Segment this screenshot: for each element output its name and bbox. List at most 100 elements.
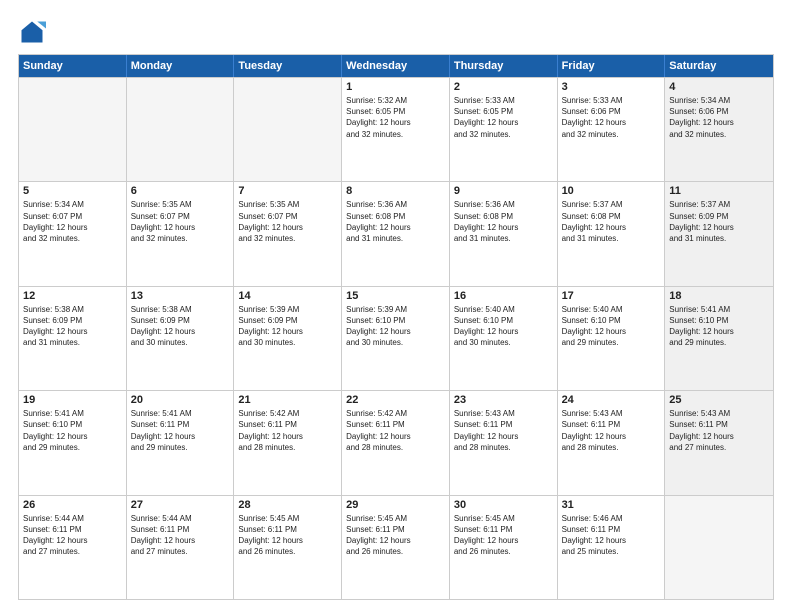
day-info: Sunrise: 5:43 AM Sunset: 6:11 PM Dayligh… (454, 408, 553, 453)
day-info: Sunrise: 5:38 AM Sunset: 6:09 PM Dayligh… (23, 304, 122, 349)
calendar-cell (127, 78, 235, 181)
calendar-header: SundayMondayTuesdayWednesdayThursdayFrid… (19, 55, 773, 77)
calendar-cell: 6Sunrise: 5:35 AM Sunset: 6:07 PM Daylig… (127, 182, 235, 285)
calendar-cell: 5 Sunrise: 5:34 AM Sunset: 6:07 PM Daylig… (19, 182, 127, 285)
calendar-week-3: 12 Sunrise: 5:38 AM Sunset: 6:09 PM Dayli… (19, 286, 773, 390)
calendar-cell: 17Sunrise: 5:40 AM Sunset: 6:10 PM Dayli… (558, 287, 666, 390)
day-number: 18 (669, 290, 769, 302)
day-info: Sunrise: 5:38 AM Sunset: 6:09 PM Dayligh… (131, 304, 230, 349)
day-number: 12 (23, 290, 122, 302)
calendar-cell: 26 Sunrise: 5:44 AM Sunset: 6:11 PM Dayli… (19, 496, 127, 599)
calendar-week-5: 26 Sunrise: 5:44 AM Sunset: 6:11 PM Dayli… (19, 495, 773, 599)
day-info: Sunrise: 5:45 AM Sunset: 6:11 PM Dayligh… (238, 513, 337, 558)
day-info: Sunrise: 5:45 AM Sunset: 6:11 PM Dayligh… (346, 513, 445, 558)
day-info: Sunrise: 5:42 AM Sunset: 6:11 PM Dayligh… (238, 408, 337, 453)
day-number: 5 (23, 185, 122, 197)
day-number: 23 (454, 394, 553, 406)
day-number: 10 (562, 185, 661, 197)
day-info: Sunrise: 5:33 AM Sunset: 6:06 PM Dayligh… (562, 95, 661, 140)
day-info: Sunrise: 5:44 AM Sunset: 6:11 PM Dayligh… (131, 513, 230, 558)
calendar-cell: 9 Sunrise: 5:36 AM Sunset: 6:08 PM Daylig… (450, 182, 558, 285)
day-number: 1 (346, 81, 445, 93)
day-number: 27 (131, 499, 230, 511)
day-number: 25 (669, 394, 769, 406)
calendar-cell: 16Sunrise: 5:40 AM Sunset: 6:10 PM Dayli… (450, 287, 558, 390)
calendar-cell: 7 Sunrise: 5:35 AM Sunset: 6:07 PM Daylig… (234, 182, 342, 285)
weekday-header-thursday: Thursday (450, 55, 558, 77)
calendar-cell: 15Sunrise: 5:39 AM Sunset: 6:10 PM Dayli… (342, 287, 450, 390)
day-number: 14 (238, 290, 337, 302)
day-info: Sunrise: 5:34 AM Sunset: 6:07 PM Dayligh… (23, 199, 122, 244)
calendar-week-2: 5 Sunrise: 5:34 AM Sunset: 6:07 PM Daylig… (19, 181, 773, 285)
calendar-cell: 2 Sunrise: 5:33 AM Sunset: 6:05 PM Daylig… (450, 78, 558, 181)
day-number: 11 (669, 185, 769, 197)
day-number: 7 (238, 185, 337, 197)
day-info: Sunrise: 5:42 AM Sunset: 6:11 PM Dayligh… (346, 408, 445, 453)
day-info: Sunrise: 5:46 AM Sunset: 6:11 PM Dayligh… (562, 513, 661, 558)
calendar-cell (665, 496, 773, 599)
weekday-header-friday: Friday (558, 55, 666, 77)
page: SundayMondayTuesdayWednesdayThursdayFrid… (0, 0, 792, 612)
day-info: Sunrise: 5:34 AM Sunset: 6:06 PM Dayligh… (669, 95, 769, 140)
calendar-cell (19, 78, 127, 181)
day-info: Sunrise: 5:35 AM Sunset: 6:07 PM Dayligh… (238, 199, 337, 244)
day-info: Sunrise: 5:43 AM Sunset: 6:11 PM Dayligh… (669, 408, 769, 453)
day-number: 20 (131, 394, 230, 406)
day-info: Sunrise: 5:41 AM Sunset: 6:10 PM Dayligh… (23, 408, 122, 453)
calendar-cell: 14 Sunrise: 5:39 AM Sunset: 6:09 PM Dayli… (234, 287, 342, 390)
day-number: 26 (23, 499, 122, 511)
day-number: 22 (346, 394, 445, 406)
calendar-cell: 13 Sunrise: 5:38 AM Sunset: 6:09 PM Dayli… (127, 287, 235, 390)
calendar-cell: 12 Sunrise: 5:38 AM Sunset: 6:09 PM Dayli… (19, 287, 127, 390)
day-info: Sunrise: 5:35 AM Sunset: 6:07 PM Dayligh… (131, 199, 230, 244)
calendar-cell: 28 Sunrise: 5:45 AM Sunset: 6:11 PM Dayli… (234, 496, 342, 599)
calendar-week-4: 19 Sunrise: 5:41 AM Sunset: 6:10 PM Dayli… (19, 390, 773, 494)
day-number: 13 (131, 290, 230, 302)
weekday-header-wednesday: Wednesday (342, 55, 450, 77)
calendar: SundayMondayTuesdayWednesdayThursdayFrid… (18, 54, 774, 600)
day-number: 19 (23, 394, 122, 406)
calendar-cell: 29 Sunrise: 5:45 AM Sunset: 6:11 PM Dayli… (342, 496, 450, 599)
calendar-cell: 21Sunrise: 5:42 AM Sunset: 6:11 PM Dayli… (234, 391, 342, 494)
weekday-header-saturday: Saturday (665, 55, 773, 77)
calendar-week-1: 1 Sunrise: 5:32 AM Sunset: 6:05 PM Daylig… (19, 77, 773, 181)
calendar-cell: 4 Sunrise: 5:34 AM Sunset: 6:06 PM Daylig… (665, 78, 773, 181)
day-info: Sunrise: 5:32 AM Sunset: 6:05 PM Dayligh… (346, 95, 445, 140)
calendar-cell: 27 Sunrise: 5:44 AM Sunset: 6:11 PM Dayli… (127, 496, 235, 599)
day-number: 4 (669, 81, 769, 93)
day-info: Sunrise: 5:37 AM Sunset: 6:09 PM Dayligh… (669, 199, 769, 244)
logo (18, 18, 48, 46)
day-info: Sunrise: 5:44 AM Sunset: 6:11 PM Dayligh… (23, 513, 122, 558)
calendar-cell: 18 Sunrise: 5:41 AM Sunset: 6:10 PM Dayli… (665, 287, 773, 390)
calendar-cell: 11 Sunrise: 5:37 AM Sunset: 6:09 PM Dayli… (665, 182, 773, 285)
calendar-cell: 25 Sunrise: 5:43 AM Sunset: 6:11 PM Dayli… (665, 391, 773, 494)
day-number: 3 (562, 81, 661, 93)
day-number: 2 (454, 81, 553, 93)
day-info: Sunrise: 5:41 AM Sunset: 6:11 PM Dayligh… (131, 408, 230, 453)
day-number: 9 (454, 185, 553, 197)
calendar-cell: 8Sunrise: 5:36 AM Sunset: 6:08 PM Daylig… (342, 182, 450, 285)
day-info: Sunrise: 5:36 AM Sunset: 6:08 PM Dayligh… (346, 199, 445, 244)
day-info: Sunrise: 5:36 AM Sunset: 6:08 PM Dayligh… (454, 199, 553, 244)
day-number: 28 (238, 499, 337, 511)
day-info: Sunrise: 5:33 AM Sunset: 6:05 PM Dayligh… (454, 95, 553, 140)
calendar-cell: 19 Sunrise: 5:41 AM Sunset: 6:10 PM Dayli… (19, 391, 127, 494)
calendar-cell: 20 Sunrise: 5:41 AM Sunset: 6:11 PM Dayli… (127, 391, 235, 494)
calendar-cell: 22 Sunrise: 5:42 AM Sunset: 6:11 PM Dayli… (342, 391, 450, 494)
calendar-cell: 30Sunrise: 5:45 AM Sunset: 6:11 PM Dayli… (450, 496, 558, 599)
day-info: Sunrise: 5:39 AM Sunset: 6:09 PM Dayligh… (238, 304, 337, 349)
weekday-header-monday: Monday (127, 55, 235, 77)
weekday-header-tuesday: Tuesday (234, 55, 342, 77)
day-info: Sunrise: 5:41 AM Sunset: 6:10 PM Dayligh… (669, 304, 769, 349)
day-number: 30 (454, 499, 553, 511)
day-info: Sunrise: 5:39 AM Sunset: 6:10 PM Dayligh… (346, 304, 445, 349)
day-info: Sunrise: 5:43 AM Sunset: 6:11 PM Dayligh… (562, 408, 661, 453)
day-number: 24 (562, 394, 661, 406)
weekday-header-sunday: Sunday (19, 55, 127, 77)
day-number: 17 (562, 290, 661, 302)
day-number: 16 (454, 290, 553, 302)
calendar-cell (234, 78, 342, 181)
calendar-cell: 1 Sunrise: 5:32 AM Sunset: 6:05 PM Daylig… (342, 78, 450, 181)
day-number: 29 (346, 499, 445, 511)
calendar-body: 1 Sunrise: 5:32 AM Sunset: 6:05 PM Daylig… (19, 77, 773, 599)
